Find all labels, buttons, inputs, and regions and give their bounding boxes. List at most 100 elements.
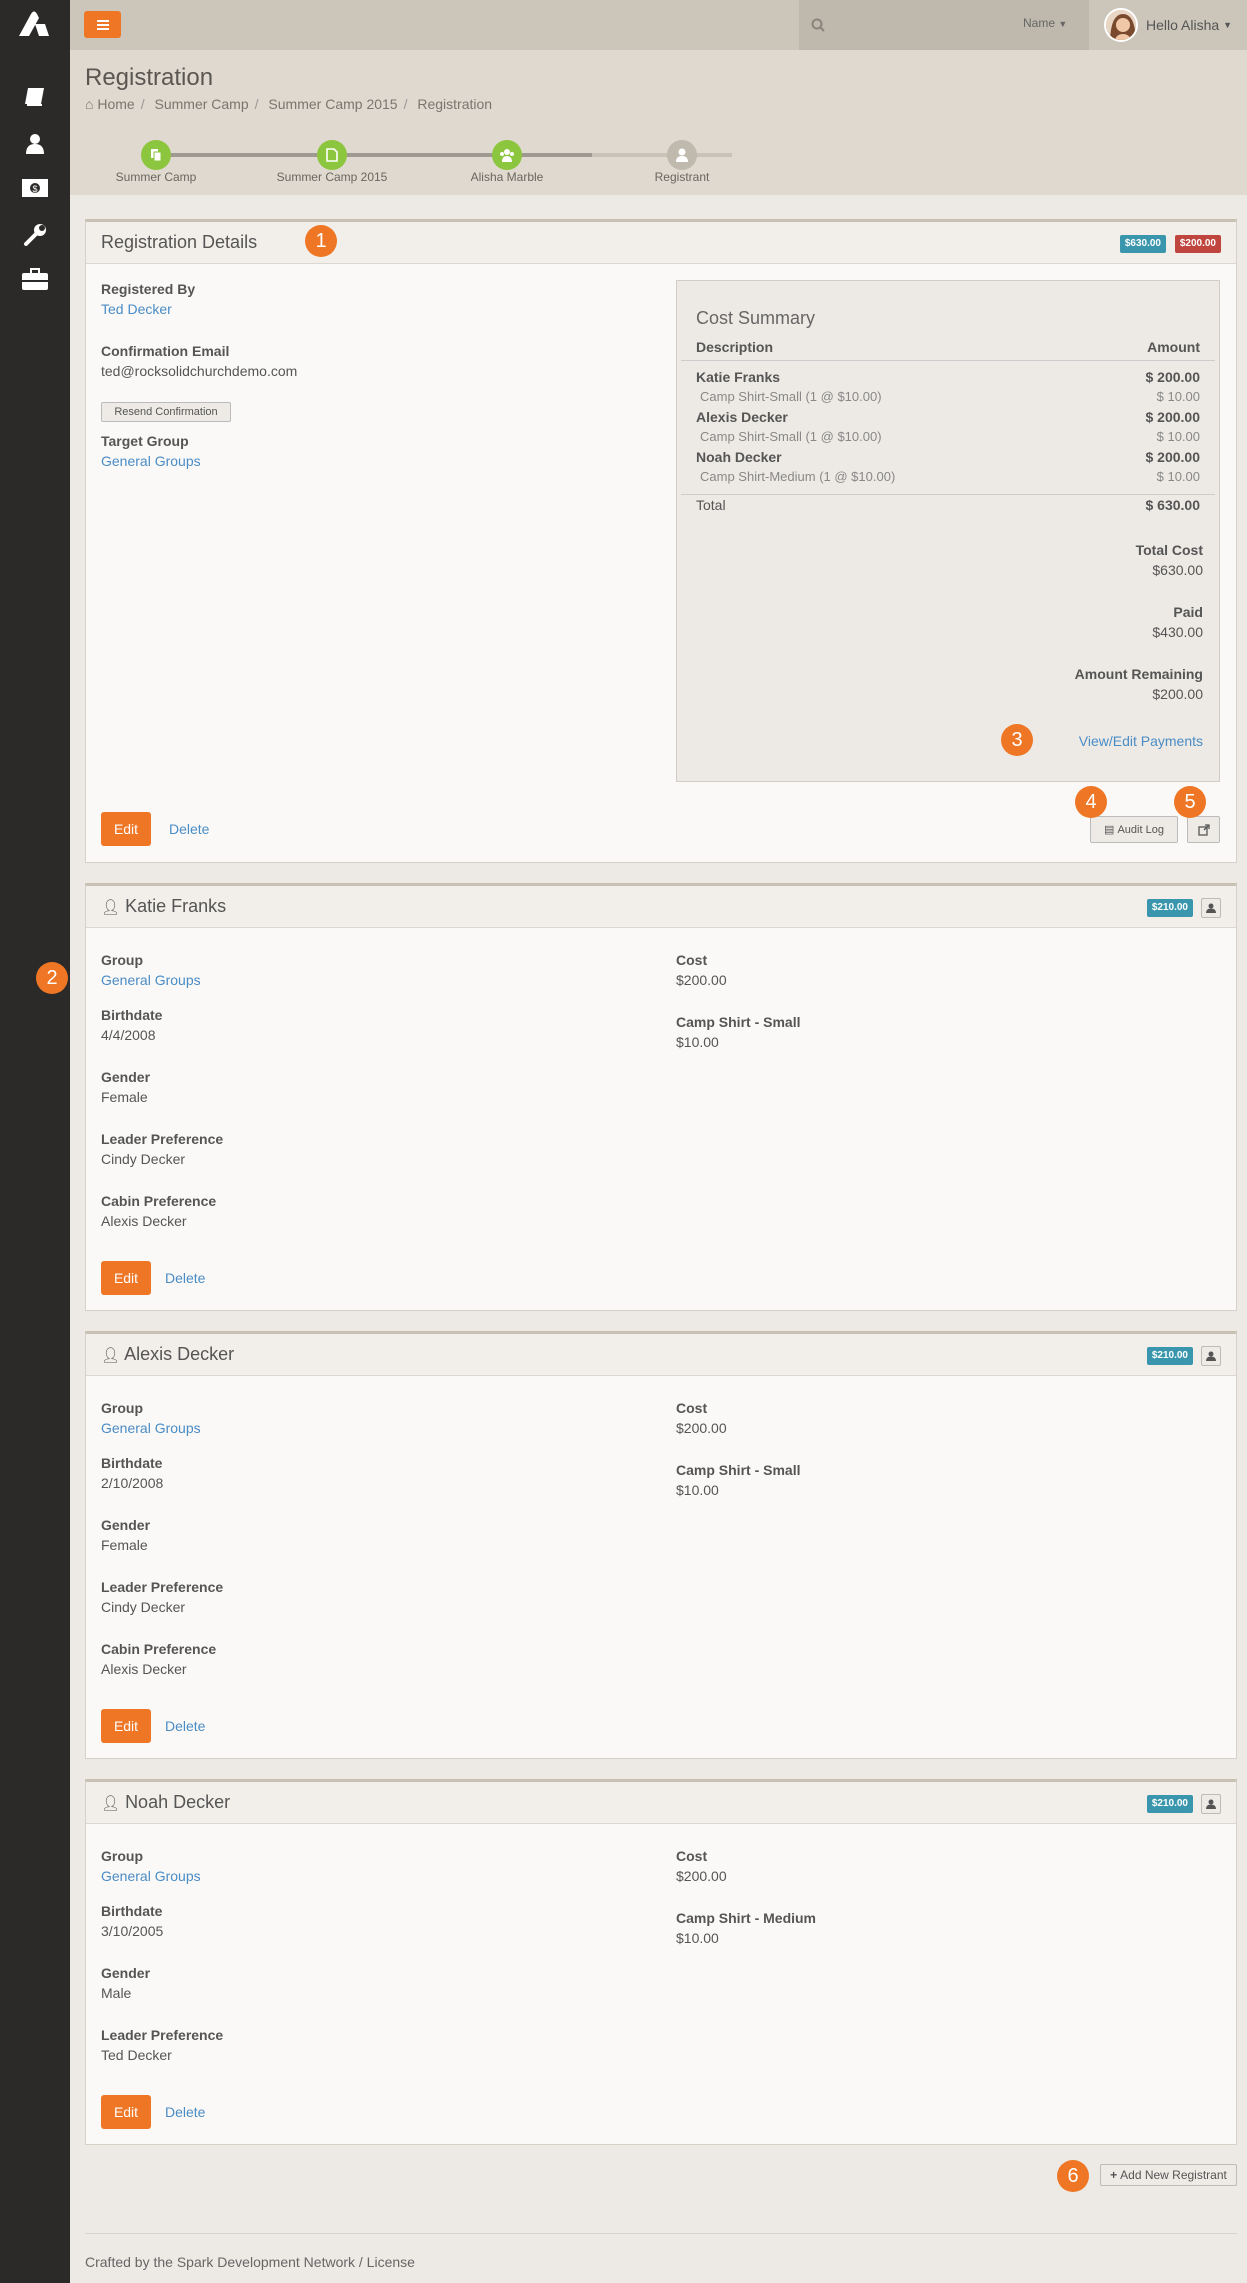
callout-2: 2 <box>36 962 68 994</box>
files-icon <box>151 149 162 162</box>
wizard-label-registrant: Registrant <box>654 170 710 184</box>
cost-line: Noah Decker $ 200.00 <box>681 449 1215 469</box>
gender-value: Female <box>101 1537 148 1553</box>
cabin-preference-value: Alexis Decker <box>101 1661 187 1677</box>
birthdate-value: 2/10/2008 <box>101 1475 164 1491</box>
gender-label: Gender <box>101 1069 151 1085</box>
group-link[interactable]: General Groups <box>101 972 201 988</box>
panel-title: Registration Details <box>101 232 258 252</box>
briefcase-icon[interactable] <box>20 264 50 294</box>
menu-toggle-button[interactable] <box>84 11 121 38</box>
breadcrumb-home[interactable]: Home <box>97 96 134 112</box>
birthdate-label: Birthdate <box>101 1903 163 1919</box>
audit-log-button[interactable]: ▤ Audit Log <box>1090 816 1178 843</box>
breadcrumb-registration: Registration <box>417 96 493 112</box>
leader-preference-label: Leader Preference <box>101 2027 224 2043</box>
cost-line: Camp Shirt-Medium (1 @ $10.00) $ 10.00 <box>681 469 1215 489</box>
cost-line-amount: $ 10.00 <box>1156 469 1200 484</box>
wizard-label-summer-camp-2015: Summer Camp 2015 <box>276 170 388 184</box>
delete-link[interactable]: Delete <box>165 1270 205 1286</box>
camp-shirt-label: Camp Shirt - Small <box>676 1014 801 1030</box>
cost-label: Cost <box>676 952 708 968</box>
leader-preference-label: Leader Preference <box>101 1131 224 1147</box>
sidebar: $ <box>0 0 70 2283</box>
callout-3: 3 <box>1001 724 1033 756</box>
view-person-button[interactable] <box>1201 1346 1221 1366</box>
leader-preference-value: Ted Decker <box>101 2047 172 2063</box>
callout-6: 6 <box>1057 2160 1089 2192</box>
delete-link[interactable]: Delete <box>165 1718 205 1734</box>
registrant-name-text: Katie Franks <box>125 896 227 916</box>
resend-confirmation-button[interactable]: Resend Confirmation <box>101 402 231 422</box>
edit-button[interactable]: Edit <box>101 812 151 846</box>
person-icon: 👤︎ <box>101 1795 121 1812</box>
external-link-icon <box>1197 823 1210 836</box>
search-type-dropdown[interactable]: Name ▼ <box>1023 16 1067 30</box>
gender-value: Male <box>101 1985 132 2001</box>
external-link-button[interactable] <box>1187 816 1220 843</box>
add-new-registrant-button[interactable]: + Add New Registrant <box>1100 2164 1237 2186</box>
group-label: Group <box>101 1400 143 1416</box>
top-navbar: Name ▼ Hello Alisha ▼ <box>70 0 1247 50</box>
wizard-step-summer-camp[interactable] <box>141 140 171 170</box>
home-icon: ⌂ <box>85 96 94 112</box>
group-link[interactable]: General Groups <box>101 1420 201 1436</box>
wizard-step-summer-camp-2015[interactable] <box>317 140 347 170</box>
callout-5: 5 <box>1174 786 1206 818</box>
wrench-icon[interactable] <box>20 220 50 250</box>
money-icon[interactable]: $ <box>20 173 50 203</box>
edit-button[interactable]: Edit <box>101 1709 151 1743</box>
cabin-preference-label: Cabin Preference <box>101 1641 217 1657</box>
camp-shirt-label: Camp Shirt - Small <box>676 1462 801 1478</box>
person-icon <box>1206 1351 1216 1361</box>
user-greeting: Hello Alisha <box>1146 17 1220 33</box>
leader-preference-value: Cindy Decker <box>101 1151 186 1167</box>
cost-line-amount: $ 10.00 <box>1156 429 1200 444</box>
view-person-button[interactable] <box>1201 898 1221 918</box>
callout-1: 1 <box>305 225 337 257</box>
edit-button[interactable]: Edit <box>101 2095 151 2129</box>
gender-label: Gender <box>101 1517 151 1533</box>
user-menu[interactable]: Hello Alisha ▼ <box>1104 0 1232 50</box>
registrant-name: 👤︎ Katie Franks <box>101 896 226 917</box>
page-header: Registration ⌂ Home / Summer Camp / Summer… <box>70 50 1247 195</box>
file-icon: ▤ <box>1104 824 1115 836</box>
wizard-remaining-line <box>592 153 732 157</box>
registrant-name-text: Noah Decker <box>125 1792 231 1812</box>
birthdate-label: Birthdate <box>101 1007 163 1023</box>
gender-label: Gender <box>101 1965 151 1981</box>
total-cost-label: Total Cost <box>1135 542 1203 558</box>
view-edit-payments-link[interactable]: View/Edit Payments <box>1079 733 1203 749</box>
birthdate-value: 3/10/2005 <box>101 1923 164 1939</box>
description-header: Description <box>696 339 774 355</box>
target-group-link[interactable]: General Groups <box>101 453 201 469</box>
delete-link[interactable]: Delete <box>165 2104 205 2120</box>
breadcrumb: ⌂ Home / Summer Camp / Summer Camp 2015/ R… <box>85 96 493 112</box>
registrant-panel: 👤︎ Noah Decker $210.00 Group General Gro… <box>85 1779 1237 2145</box>
group-label: Group <box>101 952 143 968</box>
person-icon <box>1206 903 1216 913</box>
cabin-preference-value: Alexis Decker <box>101 1213 187 1229</box>
person-icon[interactable] <box>20 128 50 158</box>
group-link[interactable]: General Groups <box>101 1868 201 1884</box>
audit-log-label: Audit Log <box>1117 823 1164 836</box>
edit-button[interactable]: Edit <box>101 1261 151 1295</box>
leader-preference-value: Cindy Decker <box>101 1599 186 1615</box>
paid-value: $430.00 <box>1152 624 1203 640</box>
cost-value: $200.00 <box>676 1868 727 1884</box>
wizard-step-registration[interactable] <box>492 140 522 170</box>
delete-link[interactable]: Delete <box>169 821 209 837</box>
cost-label: Cost <box>676 1400 708 1416</box>
rock-logo-icon[interactable] <box>15 6 53 44</box>
breadcrumb-summer-camp-2015[interactable]: Summer Camp 2015 <box>268 96 397 112</box>
camp-shirt-label: Camp Shirt - Medium <box>676 1910 817 1926</box>
birthdate-value: 4/4/2008 <box>101 1027 156 1043</box>
breadcrumb-summer-camp[interactable]: Summer Camp <box>155 96 249 112</box>
cost-line-description: Noah Decker <box>696 449 782 465</box>
view-person-button[interactable] <box>1201 1794 1221 1814</box>
balance-due-badge: $200.00 <box>1174 235 1221 253</box>
amount-remaining-label: Amount Remaining <box>1074 666 1203 682</box>
registered-by-link[interactable]: Ted Decker <box>101 301 172 317</box>
registration-details-panel: Registration Details $630.00 $200.00 Reg… <box>85 219 1237 863</box>
book-icon[interactable] <box>20 82 50 112</box>
